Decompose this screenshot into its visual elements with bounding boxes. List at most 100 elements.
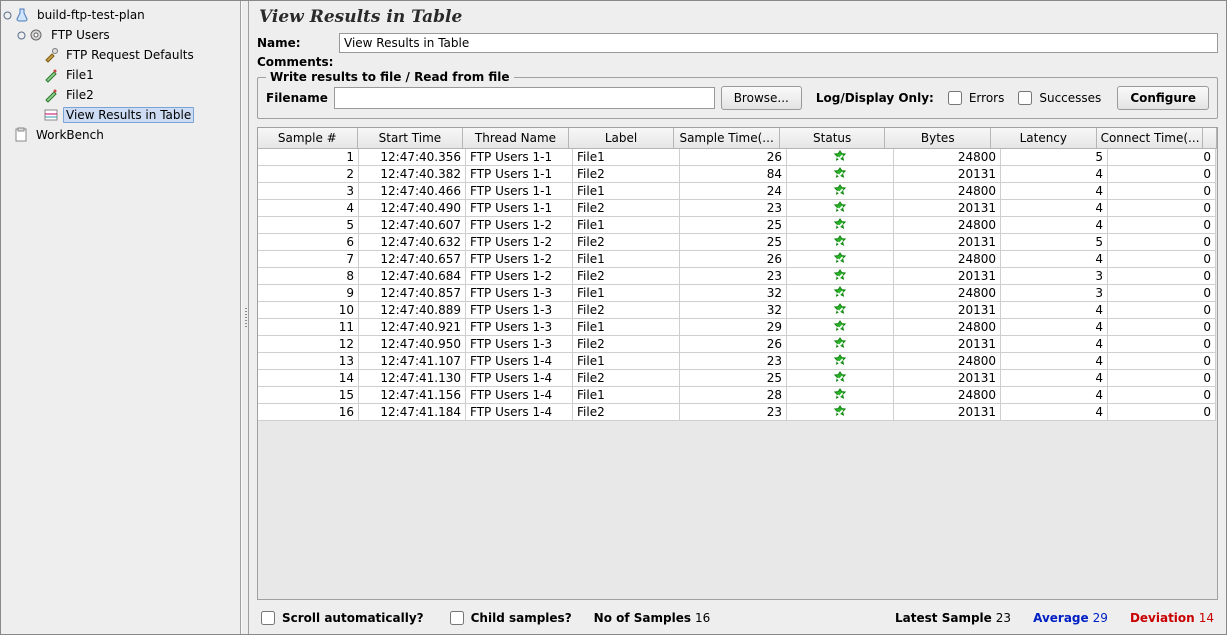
column-header[interactable]: Sample Time(... xyxy=(674,128,780,149)
table-cell: 0 xyxy=(1108,353,1216,370)
table-cell: 84 xyxy=(680,166,787,183)
table-cell: 13 xyxy=(258,353,359,370)
name-input[interactable] xyxy=(339,33,1218,53)
table-cell: 4 xyxy=(1001,183,1108,200)
table-cell: FTP Users 1-1 xyxy=(466,183,573,200)
table-cell: 0 xyxy=(1108,387,1216,404)
table-cell: 20131 xyxy=(894,200,1001,217)
tree-label: File1 xyxy=(63,67,97,83)
child-samples-checkbox[interactable]: Child samples? xyxy=(446,608,572,628)
column-header[interactable]: Status xyxy=(780,128,886,149)
column-header[interactable]: Bytes xyxy=(885,128,991,149)
table-cell: FTP Users 1-3 xyxy=(466,319,573,336)
table-cell: 12:47:40.684 xyxy=(359,268,466,285)
tree-node-file1[interactable]: File1 xyxy=(3,65,240,85)
table-cell: 4 xyxy=(1001,370,1108,387)
metric-value: 29 xyxy=(1093,611,1108,625)
table-row[interactable]: 912:47:40.857FTP Users 1-3File1322480030 xyxy=(258,285,1217,302)
table-row[interactable]: 1512:47:41.156FTP Users 1-4File128248004… xyxy=(258,387,1217,404)
table-cell: 12:47:40.921 xyxy=(359,319,466,336)
comments-row: Comments: xyxy=(257,55,1218,69)
table-row[interactable]: 1412:47:41.130FTP Users 1-4File225201314… xyxy=(258,370,1217,387)
errors-checkbox-input[interactable] xyxy=(948,91,962,105)
table-cell: 7 xyxy=(258,251,359,268)
wrench-icon xyxy=(43,47,59,63)
table-row[interactable]: 312:47:40.466FTP Users 1-1File1242480040 xyxy=(258,183,1217,200)
table-cell: 0 xyxy=(1108,336,1216,353)
column-header[interactable]: Thread Name xyxy=(463,128,569,149)
results-table[interactable]: Sample #Start TimeThread NameLabelSample… xyxy=(257,127,1218,600)
tree-node-file2[interactable]: File2 xyxy=(3,85,240,105)
table-cell: FTP Users 1-4 xyxy=(466,370,573,387)
table-cell: FTP Users 1-4 xyxy=(466,387,573,404)
table-body[interactable]: 112:47:40.356FTP Users 1-1File1262480050… xyxy=(258,149,1217,421)
table-cell: 12:47:40.632 xyxy=(359,234,466,251)
table-cell: 12:47:41.130 xyxy=(359,370,466,387)
status-success-icon xyxy=(787,353,894,370)
scroll-auto-label: Scroll automatically? xyxy=(282,611,424,625)
configure-button[interactable]: Configure xyxy=(1117,86,1209,110)
table-row[interactable]: 712:47:40.657FTP Users 1-2File1262480040 xyxy=(258,251,1217,268)
scroll-auto-checkbox-input[interactable] xyxy=(261,611,275,625)
table-row[interactable]: 512:47:40.607FTP Users 1-2File1252480040 xyxy=(258,217,1217,234)
test-plan-tree[interactable]: build-ftp-test-plan FTP Users FTP Reques… xyxy=(1,1,241,634)
column-header[interactable]: Sample # xyxy=(258,128,358,149)
table-cell: File2 xyxy=(573,370,680,387)
no-of-samples: No of Samples 16 xyxy=(594,611,711,625)
sampler-icon xyxy=(43,87,59,103)
table-cell: 24 xyxy=(680,183,787,200)
scroll-auto-checkbox[interactable]: Scroll automatically? xyxy=(257,608,424,628)
column-header[interactable]: Label xyxy=(569,128,675,149)
scrollbar-gutter xyxy=(1203,128,1217,149)
column-header[interactable]: Connect Time(... xyxy=(1097,128,1204,149)
tree-node-results[interactable]: View Results in Table xyxy=(3,105,240,125)
table-cell: 0 xyxy=(1108,285,1216,302)
table-cell: 12:47:40.382 xyxy=(359,166,466,183)
successes-checkbox[interactable]: Successes xyxy=(1014,88,1101,108)
table-cell: 16 xyxy=(258,404,359,421)
column-header[interactable]: Start Time xyxy=(358,128,464,149)
toggle-icon[interactable] xyxy=(3,11,12,20)
table-row[interactable]: 412:47:40.490FTP Users 1-1File2232013140 xyxy=(258,200,1217,217)
tree-node-threadgroup[interactable]: FTP Users xyxy=(3,25,240,45)
table-row[interactable]: 112:47:40.356FTP Users 1-1File1262480050 xyxy=(258,149,1217,166)
table-cell: 4 xyxy=(1001,319,1108,336)
table-cell: 12:47:40.607 xyxy=(359,217,466,234)
bottom-bar: Scroll automatically? Child samples? No … xyxy=(253,604,1222,634)
table-cell: File1 xyxy=(573,183,680,200)
table-cell: 0 xyxy=(1108,268,1216,285)
table-cell: 11 xyxy=(258,319,359,336)
table-row[interactable]: 812:47:40.684FTP Users 1-2File2232013130 xyxy=(258,268,1217,285)
table-row[interactable]: 212:47:40.382FTP Users 1-1File2842013140 xyxy=(258,166,1217,183)
toggle-icon[interactable] xyxy=(17,31,26,40)
table-cell: 12:47:41.184 xyxy=(359,404,466,421)
table-row[interactable]: 1312:47:41.107FTP Users 1-4File123248004… xyxy=(258,353,1217,370)
table-row[interactable]: 612:47:40.632FTP Users 1-2File2252013150 xyxy=(258,234,1217,251)
errors-checkbox-label: Errors xyxy=(969,91,1005,105)
table-cell: 3 xyxy=(1001,285,1108,302)
status-success-icon xyxy=(787,166,894,183)
successes-checkbox-input[interactable] xyxy=(1018,91,1032,105)
tree-node-workbench[interactable]: WorkBench xyxy=(3,125,240,145)
metric-value: 16 xyxy=(695,611,710,625)
table-cell: 24800 xyxy=(894,149,1001,166)
table-header[interactable]: Sample #Start TimeThread NameLabelSample… xyxy=(258,128,1217,149)
browse-button[interactable]: Browse... xyxy=(721,86,802,110)
child-samples-checkbox-input[interactable] xyxy=(450,611,464,625)
column-header[interactable]: Latency xyxy=(991,128,1097,149)
successes-checkbox-label: Successes xyxy=(1039,91,1101,105)
table-row[interactable]: 1612:47:41.184FTP Users 1-4File223201314… xyxy=(258,404,1217,421)
table-cell: 12:47:40.356 xyxy=(359,149,466,166)
table-row[interactable]: 1212:47:40.950FTP Users 1-3File226201314… xyxy=(258,336,1217,353)
split-handle[interactable] xyxy=(241,1,249,634)
table-row[interactable]: 1112:47:40.921FTP Users 1-3File129248004… xyxy=(258,319,1217,336)
filename-input[interactable] xyxy=(334,87,715,109)
table-cell: 0 xyxy=(1108,370,1216,387)
errors-checkbox[interactable]: Errors xyxy=(944,88,1005,108)
tree-node-defaults[interactable]: FTP Request Defaults xyxy=(3,45,240,65)
tree-node-testplan[interactable]: build-ftp-test-plan xyxy=(3,5,240,25)
table-cell: 0 xyxy=(1108,302,1216,319)
file-groupbox: Write results to file / Read from file F… xyxy=(257,77,1218,119)
table-row[interactable]: 1012:47:40.889FTP Users 1-3File232201314… xyxy=(258,302,1217,319)
child-samples-label: Child samples? xyxy=(471,611,572,625)
